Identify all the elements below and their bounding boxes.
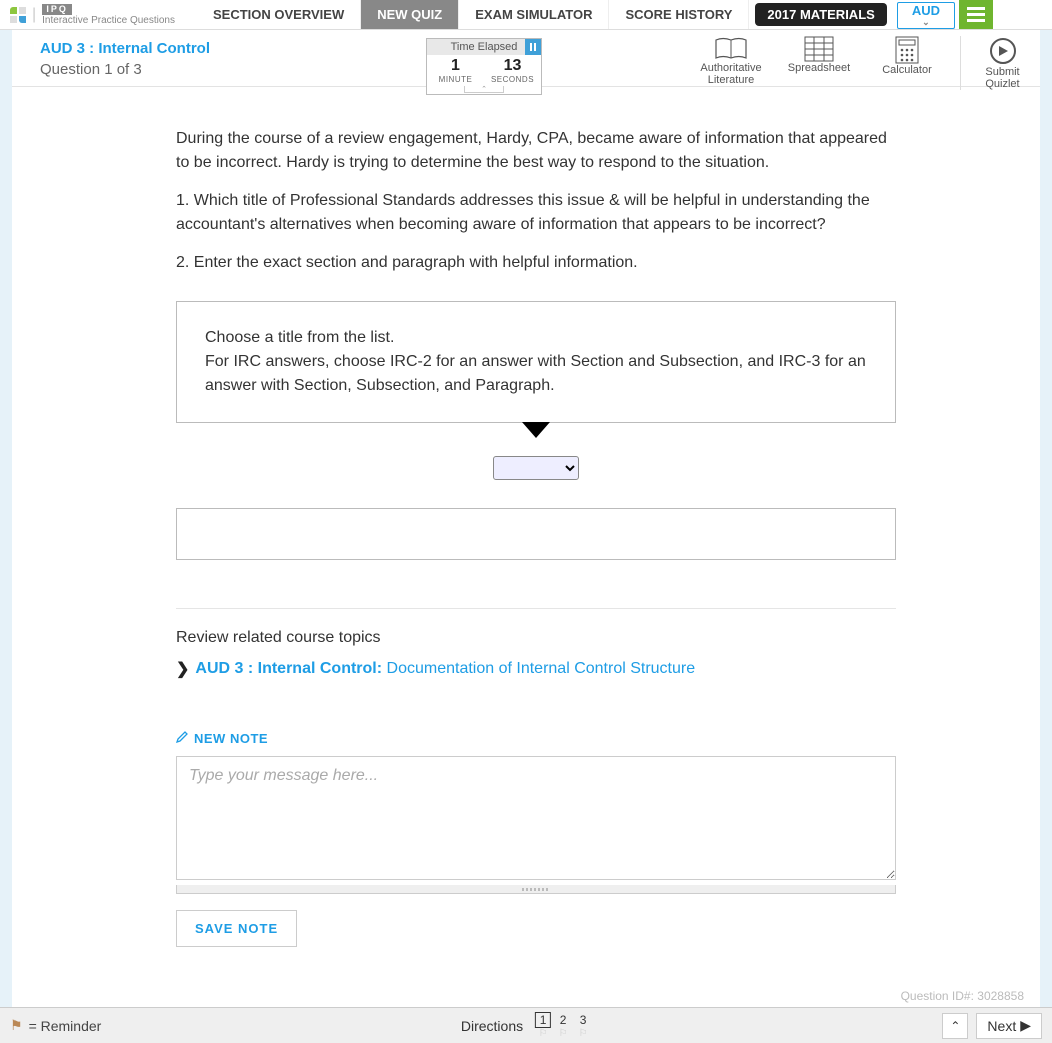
timer-seconds-label: SECONDS: [484, 75, 541, 84]
nav-tabs: SECTION OVERVIEW NEW QUIZ EXAM SIMULATOR…: [197, 0, 749, 29]
timer-label: Time Elapsed: [451, 41, 518, 53]
materials-pill[interactable]: 2017 MATERIALS: [755, 3, 886, 26]
brand-logo: | IPQ Interactive Practice Questions: [0, 0, 185, 29]
timer-widget: Time Elapsed 1 MINUTE 13 SECONDS ⌃: [426, 38, 542, 95]
tool-spreadsheet[interactable]: Spreadsheet: [784, 36, 854, 74]
chevron-right-icon: ❯: [176, 659, 189, 679]
submit-quizlet-button[interactable]: Submit Quizlet: [960, 36, 1030, 90]
exam-code-dropdown[interactable]: AUD ⌄: [897, 2, 955, 29]
toolbar: Authoritative Literature Spreadsheet Cal…: [696, 36, 1030, 90]
flag-outline-icon: ⚐: [579, 1028, 588, 1039]
related-link-bold: AUD 3 : Internal Control:: [195, 660, 382, 677]
tab-section-overview[interactable]: SECTION OVERVIEW: [197, 0, 361, 29]
footer-bar: ⚑ = Reminder Directions 1 ⚐ 2 ⚐ 3 ⚐ ⌃ Ne…: [0, 1007, 1052, 1043]
qnav-item-2[interactable]: 2 ⚐: [555, 1012, 571, 1039]
sub-header: AUD 3 : Internal Control Question 1 of 3…: [12, 30, 1040, 87]
question-intro: During the course of a review engagement…: [176, 127, 896, 175]
tool-label: Authoritative Literature: [696, 62, 766, 86]
qnav-item-1[interactable]: 1 ⚐: [535, 1012, 551, 1039]
book-icon: [714, 36, 748, 62]
directions-label[interactable]: Directions: [461, 1018, 523, 1034]
section-title: AUD 3 : Internal Control: [40, 40, 210, 57]
logo-mark-icon: [10, 7, 26, 23]
caret-right-icon: ▶: [1020, 1017, 1031, 1034]
timer-collapse-handle[interactable]: ⌃: [464, 86, 504, 93]
caret-down-icon: ⌄: [922, 18, 930, 27]
spreadsheet-icon: [804, 36, 834, 62]
related-topics-heading: Review related course topics: [176, 629, 896, 647]
new-note-heading: NEW NOTE: [176, 731, 896, 746]
pause-button[interactable]: [525, 39, 541, 55]
next-label: Next: [987, 1018, 1016, 1034]
question-content: During the course of a review engagement…: [12, 87, 1040, 987]
chevron-up-icon: ⌃: [950, 1019, 960, 1033]
question-id: Question ID#: 3028858: [12, 987, 1040, 1007]
choose-title-box: Choose a title from the list. For IRC an…: [176, 301, 896, 423]
timer-minutes-label: MINUTE: [427, 75, 484, 84]
related-topic-link[interactable]: ❯ AUD 3 : Internal Control: Documentatio…: [176, 659, 896, 679]
question-counter: Question 1 of 3: [40, 61, 210, 78]
answer-input-box[interactable]: [176, 508, 896, 560]
title-dropdown[interactable]: [493, 456, 579, 480]
related-link-rest: Documentation of Internal Control Struct…: [382, 660, 695, 677]
reminder-label: = Reminder: [29, 1018, 102, 1034]
textarea-resize-handle[interactable]: [176, 885, 896, 894]
brand-subtitle: Interactive Practice Questions: [42, 16, 175, 26]
flag-icon: ⚑: [10, 1017, 23, 1034]
timer-minutes: 1: [427, 57, 484, 75]
qnav-item-3[interactable]: 3 ⚐: [575, 1012, 591, 1039]
top-nav: | IPQ Interactive Practice Questions SEC…: [0, 0, 1052, 30]
menu-button[interactable]: [959, 0, 993, 29]
save-note-button[interactable]: SAVE NOTE: [176, 910, 297, 947]
submit-arrow-icon: [988, 36, 1018, 66]
choose-help-line: For IRC answers, choose IRC-2 for an ans…: [205, 350, 867, 398]
scroll-top-button[interactable]: ⌃: [942, 1013, 968, 1039]
next-button[interactable]: Next ▶: [976, 1013, 1042, 1039]
question-part-2: 2. Enter the exact section and paragraph…: [176, 251, 896, 275]
reminder-legend: ⚑ = Reminder: [10, 1017, 101, 1034]
tab-exam-simulator[interactable]: EXAM SIMULATOR: [459, 0, 609, 29]
note-textarea[interactable]: [176, 756, 896, 880]
tool-label: Calculator: [882, 64, 932, 76]
brand-ipq: IPQ: [42, 4, 72, 15]
tab-new-quiz[interactable]: NEW QUIZ: [361, 0, 459, 29]
flag-outline-icon: ⚐: [539, 1028, 548, 1039]
tool-label: Submit Quizlet: [975, 66, 1030, 90]
question-nav: 1 ⚐ 2 ⚐ 3 ⚐: [535, 1012, 591, 1039]
flag-outline-icon: ⚐: [559, 1028, 568, 1039]
tool-authoritative-literature[interactable]: Authoritative Literature: [696, 36, 766, 86]
separator: [176, 608, 896, 609]
tool-calculator[interactable]: Calculator: [872, 36, 942, 76]
calculator-icon: [895, 36, 919, 64]
pencil-icon: [176, 731, 188, 746]
choose-title-line: Choose a title from the list.: [205, 326, 867, 350]
exam-code-label: AUD: [912, 4, 940, 17]
tool-label: Spreadsheet: [788, 62, 850, 74]
question-part-1: 1. Which title of Professional Standards…: [176, 189, 896, 237]
timer-seconds: 13: [484, 57, 541, 75]
arrow-down-icon: [522, 422, 550, 438]
tab-score-history[interactable]: SCORE HISTORY: [609, 0, 749, 29]
new-note-label: NEW NOTE: [194, 731, 268, 746]
divider: |: [32, 6, 36, 24]
